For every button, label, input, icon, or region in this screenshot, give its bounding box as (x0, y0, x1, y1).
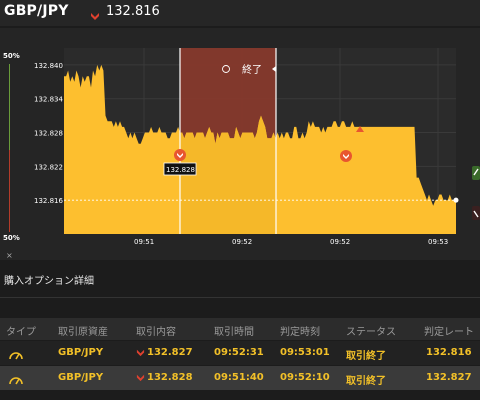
x-tick-label: 09:52 (232, 238, 252, 246)
row-trade: 132.828 (136, 372, 193, 383)
row-time: 09:52:31 (214, 347, 264, 358)
row-asset: GBP/JPY (58, 372, 104, 383)
row-price: 132.828 (147, 372, 193, 383)
buy-sell-gauge: 50% 50% × (0, 50, 20, 270)
price-chart: 132.840 132.834 132.828 132.822 132.816 終了 132… (34, 48, 480, 246)
col-judge: 判定時刻 (280, 327, 320, 338)
table-header: タイプ 取引原資産 取引内容 取引時間 判定時刻 ステータス 判定レート (0, 318, 480, 340)
col-asset: 取引原資産 (58, 327, 108, 338)
y-tick-label: 132.822 (34, 163, 63, 171)
gauge-bottom-percent: 50% (3, 234, 20, 242)
col-rate: 判定レート (424, 327, 474, 338)
x-tick-label: 09:51 (134, 238, 154, 246)
row-status: 取引終了 (346, 351, 386, 362)
details-title: 購入オプション詳細 (4, 276, 94, 287)
row-trade: 132.827 (136, 347, 193, 358)
current-rate: 132.816 (106, 4, 160, 19)
gauge-icon (8, 371, 24, 390)
col-status: ステータス (346, 327, 396, 338)
trade-marker (340, 150, 352, 162)
row-price: 132.827 (147, 347, 193, 358)
gauge-icon (8, 346, 24, 365)
col-time: 取引時間 (214, 327, 254, 338)
current-price-dot (453, 197, 459, 203)
price-tag-label: 132.828 (166, 166, 195, 174)
row-rate: 132.816 (426, 347, 472, 358)
row-rate: 132.827 (426, 372, 472, 383)
y-tick-label: 132.816 (34, 197, 63, 205)
table-row[interactable]: GBP/JPY 132.827 09:52:31 09:53:01 取引終了 1… (0, 341, 480, 365)
gauge-red-bar (9, 150, 10, 232)
gauge-top-percent: 50% (3, 52, 20, 60)
price-chart-panel: 132.840 132.834 132.828 132.822 132.816 終了 132… (0, 28, 480, 260)
row-judge: 09:52:10 (280, 372, 330, 383)
row-asset: GBP/JPY (58, 347, 104, 358)
gauge-green-bar (9, 64, 10, 150)
y-tick-label: 132.828 (34, 130, 63, 138)
col-type: タイプ (6, 327, 36, 338)
trade-marker (174, 149, 186, 161)
x-tick-label: 09:53 (428, 238, 448, 246)
y-tick-label: 132.834 (34, 96, 63, 104)
table-row[interactable]: GBP/JPY 132.828 09:51:40 09:52:10 取引終了 1… (0, 366, 480, 390)
row-judge: 09:53:01 (280, 347, 330, 358)
divider (0, 297, 480, 298)
col-trade: 取引内容 (136, 327, 176, 338)
x-tick-label: 09:52 (330, 238, 350, 246)
currency-pair: GBP/JPY (4, 3, 69, 19)
down-arrow-icon (136, 374, 145, 381)
row-time: 09:51:40 (214, 372, 264, 383)
close-icon[interactable]: × (6, 251, 13, 260)
down-arrow-icon (90, 6, 100, 25)
row-status: 取引終了 (346, 376, 386, 387)
end-label: 終了 (242, 63, 262, 76)
y-tick-label: 132.840 (34, 62, 63, 70)
top-bar: GBP/JPY 132.816 (0, 0, 480, 26)
down-arrow-icon (136, 349, 145, 356)
